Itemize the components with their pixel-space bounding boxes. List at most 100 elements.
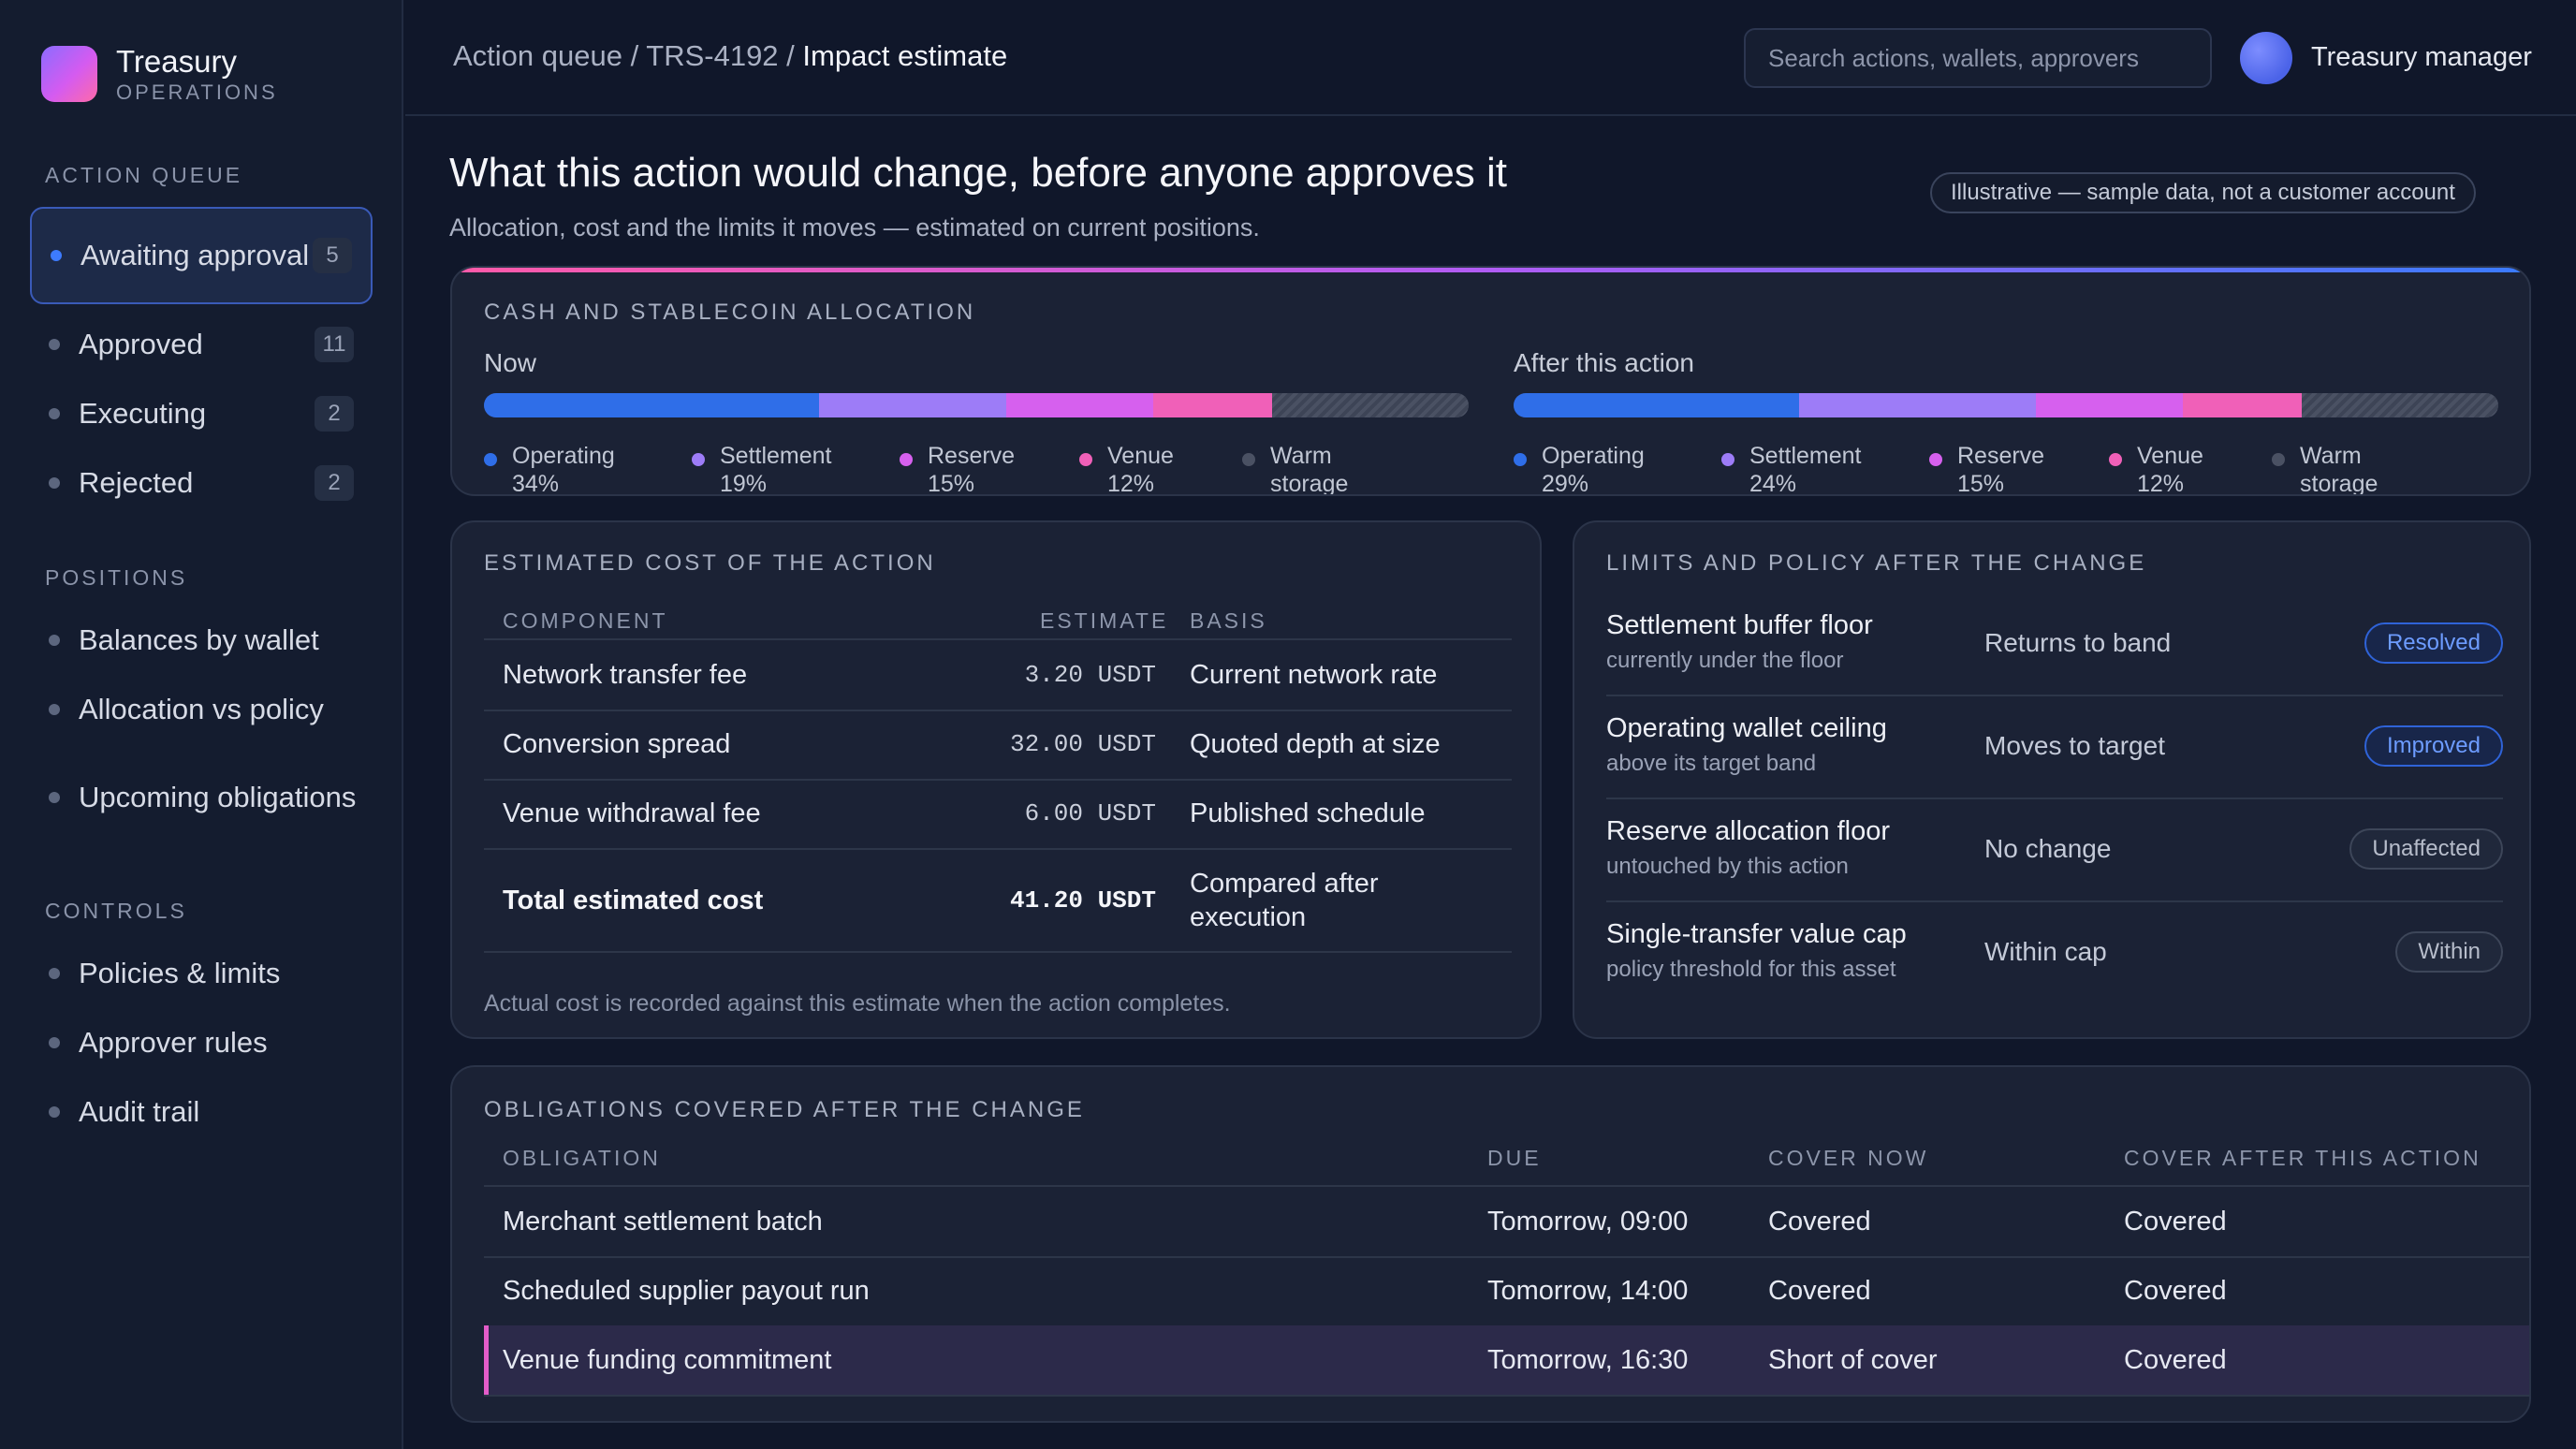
legend-percent: 15% — [1957, 471, 2005, 496]
legend-label: Operating 29% — [1542, 442, 1645, 496]
active-dot-icon — [51, 250, 62, 261]
sidebar-item-executing[interactable]: Executing 2 — [30, 386, 373, 442]
top-bar: Action queue / TRS-4192 / Impact estimat… — [405, 0, 2576, 116]
cost-title: ESTIMATED COST OF THE ACTION — [484, 550, 936, 576]
count-badge: 11 — [315, 327, 354, 362]
allocation-segment-reserve — [2035, 393, 2184, 417]
sidebar-item-label: Approver rules — [79, 1026, 268, 1059]
cost-card: ESTIMATED COST OF THE ACTION COMPONENT E… — [450, 520, 1542, 1039]
sidebar-item-awaiting-approval[interactable]: Awaiting approval 5 — [30, 207, 373, 304]
limit-detail: currently under the floor — [1606, 648, 1844, 673]
sidebar-item-upcoming-obligations[interactable]: Upcoming obligations — [30, 749, 373, 846]
total-row: Total estimated cost 41.20 USDT Compared… — [484, 850, 1512, 951]
allocation-segment-operating — [1514, 393, 1800, 417]
cost-estimate: 6.00 USDT — [1024, 799, 1156, 827]
sidebar-item-audit-trail[interactable]: Audit trail — [30, 1084, 373, 1140]
total-estimate: 41.20 USDT — [1009, 886, 1156, 915]
breadcrumb-separator: / — [622, 39, 647, 72]
sidebar-item-rejected[interactable]: Rejected 2 — [30, 455, 373, 511]
legend-item: Venue 12% — [1079, 442, 1174, 496]
legend-label: Settlement 24% — [1749, 442, 1862, 494]
col-header-obligation: OBLIGATION — [503, 1146, 661, 1170]
legend-label: Warm storage20% — [1270, 442, 1349, 496]
avatar[interactable] — [2240, 32, 2292, 84]
count-badge: 2 — [315, 396, 354, 432]
cost-estimate: 32.00 USDT — [1009, 730, 1156, 758]
sidebar-item-approver-rules[interactable]: Approver rules — [30, 1015, 373, 1071]
sidebar: Treasury OPERATIONS ACTION QUEUE Awaitin… — [0, 0, 403, 1449]
limit-change: No change — [1984, 834, 2112, 863]
cover-after: Covered — [2124, 1344, 2227, 1375]
legend-percent: 29% — [1542, 471, 1589, 496]
breadcrumb-separator: / — [778, 39, 803, 72]
legend-name: Settlement — [720, 443, 832, 469]
brand-logo — [41, 46, 97, 102]
limit-detail: above its target band — [1606, 751, 1817, 776]
table-row: Venue withdrawal fee 6.00 USDT Published… — [484, 779, 1512, 848]
limit-name: Operating wallet ceiling — [1606, 713, 1887, 743]
legend-percent: 12% — [1107, 471, 1155, 496]
legend-name: Warm storage — [2300, 443, 2378, 496]
breadcrumb-trs-4192[interactable]: TRS-4192 — [646, 39, 778, 72]
legend-dot-icon — [1514, 453, 1527, 466]
legend-percent: 19% — [720, 471, 768, 496]
dot-icon — [49, 635, 60, 646]
col-header-cover-after: COVER AFTER THIS ACTION — [2124, 1146, 2481, 1170]
legend-percent: 15% — [928, 471, 975, 496]
table-row-highlighted[interactable]: Venue funding commitment Tomorrow, 16:30… — [484, 1325, 2529, 1395]
legend-label: Reserve 15% — [928, 442, 1015, 496]
allocation-bar-now — [484, 393, 1469, 417]
dot-icon — [49, 1106, 60, 1118]
allocation-segment-operating — [484, 393, 819, 417]
dot-icon — [49, 339, 60, 350]
cover-now: Covered — [1768, 1275, 1871, 1306]
sidebar-item-label: Allocation vs policy — [79, 693, 324, 725]
cost-basis: Published schedule — [1190, 798, 1426, 828]
legend-name: Reserve — [1957, 443, 2045, 469]
obligations-title: OBLIGATIONS COVERED AFTER THE CHANGE — [484, 1097, 1085, 1122]
sidebar-item-balances-by-wallet[interactable]: Balances by wallet — [30, 612, 373, 668]
user-name[interactable]: Treasury manager — [2311, 42, 2532, 73]
cover-after: Covered — [2124, 1206, 2227, 1237]
legend-dot-icon — [1721, 453, 1734, 466]
breadcrumb-action-queue[interactable]: Action queue — [453, 39, 622, 72]
limit-detail: policy threshold for this asset — [1606, 957, 1896, 982]
section-controls: CONTROLS — [45, 899, 187, 923]
legend-dot-icon — [1242, 453, 1255, 466]
limit-detail: untouched by this action — [1606, 854, 1849, 879]
legend-dot-icon — [900, 453, 913, 466]
status-badge: Improved — [2364, 725, 2503, 767]
legend-item: Warm storage20% — [2272, 442, 2378, 496]
limits-title: LIMITS AND POLICY AFTER THE CHANGE — [1606, 550, 2147, 576]
legend-label: Settlement 19% — [720, 442, 832, 496]
table-row[interactable]: Merchant settlement batch Tomorrow, 09:0… — [484, 1187, 2529, 1256]
cover-after: Covered — [2124, 1275, 2227, 1306]
search-input[interactable]: Search actions, wallets, approvers — [1744, 28, 2212, 88]
col-header-estimate: ESTIMATE — [1040, 608, 1169, 633]
allocation-segment-settlement — [818, 393, 1006, 417]
limits-card: LIMITS AND POLICY AFTER THE CHANGE Settl… — [1573, 520, 2531, 1039]
legend-label: Warm storage20% — [2300, 442, 2378, 496]
legend-item: Operating 29% — [1514, 442, 1645, 496]
table-row: Network transfer fee 3.20 USDT Current n… — [484, 640, 1512, 710]
page-subtitle: Allocation, cost and the limits it moves… — [449, 213, 1260, 242]
col-header-due: DUE — [1487, 1146, 1542, 1170]
dot-icon — [49, 704, 60, 715]
illustrative-badge: Illustrative — sample data, not a custom… — [1930, 172, 2476, 213]
breadcrumb-current: Impact estimate — [802, 39, 1008, 72]
legend-name: Operating — [512, 443, 615, 469]
legend-dot-icon — [1929, 453, 1942, 466]
sidebar-item-approved[interactable]: Approved 11 — [30, 316, 373, 373]
allocation-segment-warm-storage — [2301, 393, 2498, 417]
sidebar-item-allocation-vs-policy[interactable]: Allocation vs policy — [30, 681, 373, 738]
table-row[interactable]: Scheduled supplier payout run Tomorrow, … — [484, 1256, 2529, 1325]
divider — [484, 1395, 2529, 1397]
legend-name: Warm storage — [1270, 443, 1349, 496]
brand[interactable]: Treasury OPERATIONS — [41, 43, 278, 105]
sidebar-item-policies-limits[interactable]: Policies & limits — [30, 945, 373, 1002]
sidebar-item-label: Executing — [79, 397, 207, 430]
after-label: After this action — [1514, 348, 1694, 377]
dot-icon — [49, 408, 60, 419]
sidebar-item-label: Upcoming obligations — [79, 781, 357, 813]
count-badge: 2 — [315, 465, 354, 501]
